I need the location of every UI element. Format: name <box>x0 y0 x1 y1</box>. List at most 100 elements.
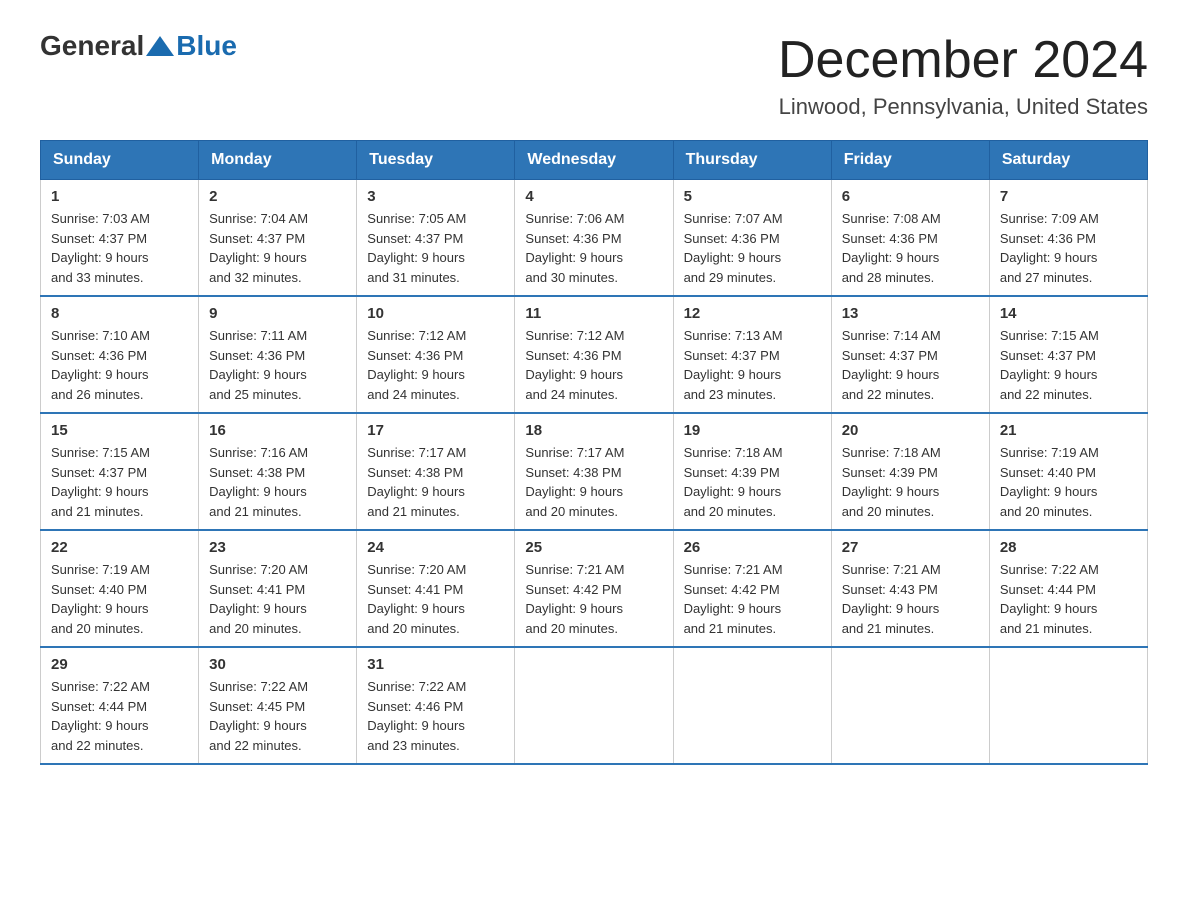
day-info: Sunrise: 7:06 AM Sunset: 4:36 PM Dayligh… <box>525 209 662 287</box>
day-info: Sunrise: 7:14 AM Sunset: 4:37 PM Dayligh… <box>842 326 979 404</box>
logo-blue-text: Blue <box>176 30 237 62</box>
day-number: 18 <box>525 422 662 439</box>
day-info: Sunrise: 7:15 AM Sunset: 4:37 PM Dayligh… <box>1000 326 1137 404</box>
day-number: 24 <box>367 539 504 556</box>
day-number: 28 <box>1000 539 1137 556</box>
calendar-day-cell: 6 Sunrise: 7:08 AM Sunset: 4:36 PM Dayli… <box>831 180 989 297</box>
weekday-header-row: SundayMondayTuesdayWednesdayThursdayFrid… <box>41 141 1148 180</box>
calendar-day-cell: 13 Sunrise: 7:14 AM Sunset: 4:37 PM Dayl… <box>831 296 989 413</box>
calendar-week-row: 22 Sunrise: 7:19 AM Sunset: 4:40 PM Dayl… <box>41 530 1148 647</box>
day-number: 16 <box>209 422 346 439</box>
calendar-day-cell: 5 Sunrise: 7:07 AM Sunset: 4:36 PM Dayli… <box>673 180 831 297</box>
calendar-week-row: 1 Sunrise: 7:03 AM Sunset: 4:37 PM Dayli… <box>41 180 1148 297</box>
location-subtitle: Linwood, Pennsylvania, United States <box>778 94 1148 120</box>
logo-general-text: General <box>40 30 144 62</box>
day-info: Sunrise: 7:12 AM Sunset: 4:36 PM Dayligh… <box>367 326 504 404</box>
day-info: Sunrise: 7:18 AM Sunset: 4:39 PM Dayligh… <box>684 443 821 521</box>
calendar-day-cell: 8 Sunrise: 7:10 AM Sunset: 4:36 PM Dayli… <box>41 296 199 413</box>
day-info: Sunrise: 7:21 AM Sunset: 4:42 PM Dayligh… <box>684 560 821 638</box>
day-info: Sunrise: 7:05 AM Sunset: 4:37 PM Dayligh… <box>367 209 504 287</box>
day-number: 2 <box>209 188 346 205</box>
day-number: 12 <box>684 305 821 322</box>
day-info: Sunrise: 7:22 AM Sunset: 4:44 PM Dayligh… <box>1000 560 1137 638</box>
day-number: 5 <box>684 188 821 205</box>
weekday-header-monday: Monday <box>199 141 357 180</box>
calendar-week-row: 8 Sunrise: 7:10 AM Sunset: 4:36 PM Dayli… <box>41 296 1148 413</box>
day-number: 19 <box>684 422 821 439</box>
day-info: Sunrise: 7:21 AM Sunset: 4:43 PM Dayligh… <box>842 560 979 638</box>
day-info: Sunrise: 7:08 AM Sunset: 4:36 PM Dayligh… <box>842 209 979 287</box>
day-number: 14 <box>1000 305 1137 322</box>
day-info: Sunrise: 7:17 AM Sunset: 4:38 PM Dayligh… <box>367 443 504 521</box>
weekday-header-sunday: Sunday <box>41 141 199 180</box>
day-number: 7 <box>1000 188 1137 205</box>
day-number: 22 <box>51 539 188 556</box>
calendar-empty-cell <box>989 647 1147 764</box>
day-info: Sunrise: 7:17 AM Sunset: 4:38 PM Dayligh… <box>525 443 662 521</box>
day-info: Sunrise: 7:03 AM Sunset: 4:37 PM Dayligh… <box>51 209 188 287</box>
logo-blue-part: Blue <box>144 30 237 62</box>
calendar-table: SundayMondayTuesdayWednesdayThursdayFrid… <box>40 140 1148 765</box>
calendar-day-cell: 2 Sunrise: 7:04 AM Sunset: 4:37 PM Dayli… <box>199 180 357 297</box>
day-info: Sunrise: 7:21 AM Sunset: 4:42 PM Dayligh… <box>525 560 662 638</box>
day-info: Sunrise: 7:11 AM Sunset: 4:36 PM Dayligh… <box>209 326 346 404</box>
day-number: 13 <box>842 305 979 322</box>
day-info: Sunrise: 7:15 AM Sunset: 4:37 PM Dayligh… <box>51 443 188 521</box>
weekday-header-saturday: Saturday <box>989 141 1147 180</box>
day-info: Sunrise: 7:07 AM Sunset: 4:36 PM Dayligh… <box>684 209 821 287</box>
day-info: Sunrise: 7:16 AM Sunset: 4:38 PM Dayligh… <box>209 443 346 521</box>
calendar-day-cell: 16 Sunrise: 7:16 AM Sunset: 4:38 PM Dayl… <box>199 413 357 530</box>
calendar-day-cell: 24 Sunrise: 7:20 AM Sunset: 4:41 PM Dayl… <box>357 530 515 647</box>
day-number: 25 <box>525 539 662 556</box>
calendar-week-row: 15 Sunrise: 7:15 AM Sunset: 4:37 PM Dayl… <box>41 413 1148 530</box>
day-info: Sunrise: 7:12 AM Sunset: 4:36 PM Dayligh… <box>525 326 662 404</box>
calendar-day-cell: 26 Sunrise: 7:21 AM Sunset: 4:42 PM Dayl… <box>673 530 831 647</box>
calendar-day-cell: 27 Sunrise: 7:21 AM Sunset: 4:43 PM Dayl… <box>831 530 989 647</box>
calendar-day-cell: 19 Sunrise: 7:18 AM Sunset: 4:39 PM Dayl… <box>673 413 831 530</box>
calendar-day-cell: 10 Sunrise: 7:12 AM Sunset: 4:36 PM Dayl… <box>357 296 515 413</box>
calendar-day-cell: 21 Sunrise: 7:19 AM Sunset: 4:40 PM Dayl… <box>989 413 1147 530</box>
calendar-empty-cell <box>515 647 673 764</box>
day-info: Sunrise: 7:20 AM Sunset: 4:41 PM Dayligh… <box>209 560 346 638</box>
day-info: Sunrise: 7:22 AM Sunset: 4:46 PM Dayligh… <box>367 677 504 755</box>
calendar-day-cell: 31 Sunrise: 7:22 AM Sunset: 4:46 PM Dayl… <box>357 647 515 764</box>
weekday-header-wednesday: Wednesday <box>515 141 673 180</box>
calendar-empty-cell <box>831 647 989 764</box>
calendar-day-cell: 29 Sunrise: 7:22 AM Sunset: 4:44 PM Dayl… <box>41 647 199 764</box>
title-area: December 2024 Linwood, Pennsylvania, Uni… <box>778 30 1148 120</box>
calendar-day-cell: 22 Sunrise: 7:19 AM Sunset: 4:40 PM Dayl… <box>41 530 199 647</box>
calendar-day-cell: 15 Sunrise: 7:15 AM Sunset: 4:37 PM Dayl… <box>41 413 199 530</box>
day-number: 15 <box>51 422 188 439</box>
calendar-day-cell: 25 Sunrise: 7:21 AM Sunset: 4:42 PM Dayl… <box>515 530 673 647</box>
calendar-day-cell: 28 Sunrise: 7:22 AM Sunset: 4:44 PM Dayl… <box>989 530 1147 647</box>
weekday-header-tuesday: Tuesday <box>357 141 515 180</box>
day-number: 3 <box>367 188 504 205</box>
day-info: Sunrise: 7:19 AM Sunset: 4:40 PM Dayligh… <box>51 560 188 638</box>
day-number: 27 <box>842 539 979 556</box>
calendar-day-cell: 14 Sunrise: 7:15 AM Sunset: 4:37 PM Dayl… <box>989 296 1147 413</box>
day-number: 21 <box>1000 422 1137 439</box>
day-number: 4 <box>525 188 662 205</box>
day-info: Sunrise: 7:20 AM Sunset: 4:41 PM Dayligh… <box>367 560 504 638</box>
weekday-header-friday: Friday <box>831 141 989 180</box>
day-number: 10 <box>367 305 504 322</box>
logo-triangle-icon <box>146 36 174 56</box>
day-info: Sunrise: 7:13 AM Sunset: 4:37 PM Dayligh… <box>684 326 821 404</box>
day-number: 1 <box>51 188 188 205</box>
day-number: 29 <box>51 656 188 673</box>
logo: General Blue <box>40 30 237 62</box>
calendar-day-cell: 17 Sunrise: 7:17 AM Sunset: 4:38 PM Dayl… <box>357 413 515 530</box>
day-number: 20 <box>842 422 979 439</box>
day-info: Sunrise: 7:22 AM Sunset: 4:45 PM Dayligh… <box>209 677 346 755</box>
day-info: Sunrise: 7:18 AM Sunset: 4:39 PM Dayligh… <box>842 443 979 521</box>
day-number: 31 <box>367 656 504 673</box>
page-header: General Blue December 2024 Linwood, Penn… <box>40 30 1148 120</box>
calendar-day-cell: 7 Sunrise: 7:09 AM Sunset: 4:36 PM Dayli… <box>989 180 1147 297</box>
day-info: Sunrise: 7:10 AM Sunset: 4:36 PM Dayligh… <box>51 326 188 404</box>
weekday-header-thursday: Thursday <box>673 141 831 180</box>
day-number: 11 <box>525 305 662 322</box>
calendar-empty-cell <box>673 647 831 764</box>
day-info: Sunrise: 7:22 AM Sunset: 4:44 PM Dayligh… <box>51 677 188 755</box>
day-info: Sunrise: 7:09 AM Sunset: 4:36 PM Dayligh… <box>1000 209 1137 287</box>
calendar-day-cell: 4 Sunrise: 7:06 AM Sunset: 4:36 PM Dayli… <box>515 180 673 297</box>
